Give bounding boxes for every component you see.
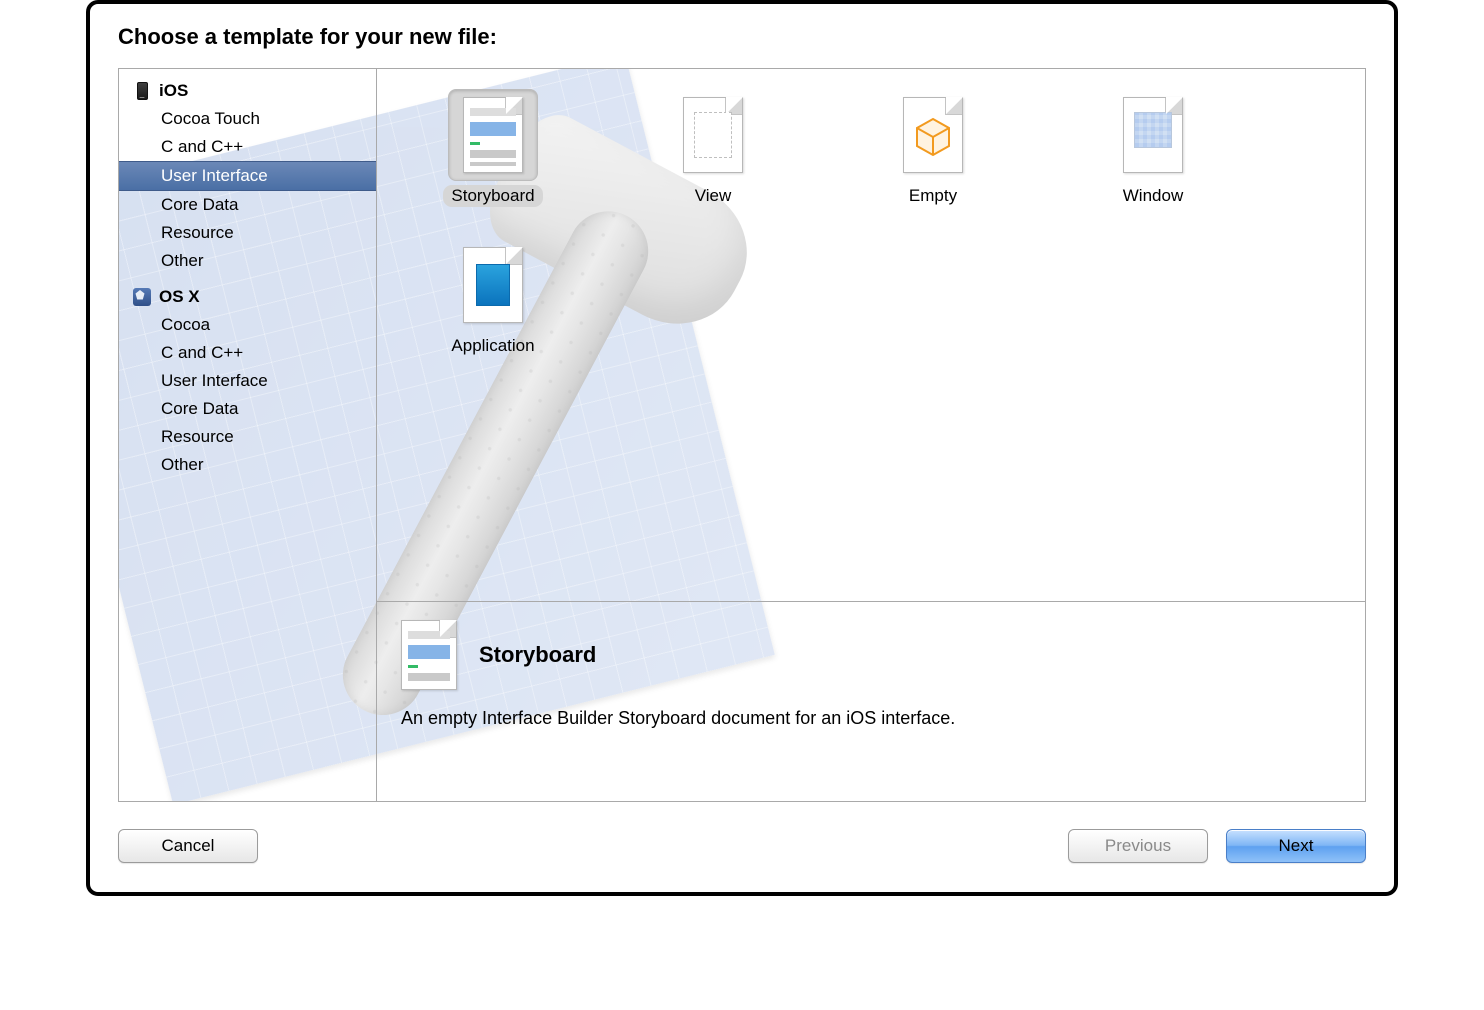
detail-storyboard-icon [401, 620, 457, 690]
sidebar-item-label: Resource [161, 427, 234, 446]
cancel-button[interactable]: Cancel [118, 829, 258, 863]
sidebar-item-resource[interactable]: Resource [119, 219, 376, 247]
sidebar-group-label: iOS [159, 81, 188, 101]
sidebar-item-c-and-cpp[interactable]: C and C++ [119, 133, 376, 161]
sidebar-item-resource-osx[interactable]: Resource [119, 423, 376, 451]
window-icon [1108, 89, 1198, 181]
iphone-icon [133, 82, 151, 100]
dialog-footer: Cancel Previous Next [118, 824, 1366, 868]
template-grid: Storyboard View [377, 69, 1365, 601]
detail-title: Storyboard [479, 642, 596, 668]
sidebar-item-other[interactable]: Other [119, 247, 376, 275]
sidebar-item-c-and-cpp-osx[interactable]: C and C++ [119, 339, 376, 367]
template-label: Application [443, 335, 542, 357]
template-detail-panel: Storyboard An empty Interface Builder St… [377, 601, 1365, 801]
sidebar-item-other-osx[interactable]: Other [119, 451, 376, 479]
finder-icon [133, 288, 151, 306]
sidebar-item-label: Resource [161, 223, 234, 242]
sidebar-group-osx: OS X [119, 281, 376, 311]
template-storyboard[interactable]: Storyboard [383, 83, 603, 233]
template-label: Empty [901, 185, 965, 207]
template-application[interactable]: Application [383, 233, 603, 383]
sidebar-group-label: OS X [159, 287, 200, 307]
view-icon [668, 89, 758, 181]
storyboard-icon [448, 89, 538, 181]
sidebar-item-label: Other [161, 251, 204, 270]
template-category-sidebar: iOS Cocoa Touch C and C++ User Interface… [119, 69, 377, 801]
template-label: Window [1115, 185, 1191, 207]
new-file-dialog: Choose a template for your new file: iOS… [86, 0, 1398, 896]
template-main: Storyboard View [377, 69, 1365, 801]
sidebar-item-label: C and C++ [161, 137, 243, 156]
sidebar-item-label: User Interface [161, 166, 268, 185]
detail-description: An empty Interface Builder Storyboard do… [401, 708, 1341, 729]
next-button[interactable]: Next [1226, 829, 1366, 863]
previous-button[interactable]: Previous [1068, 829, 1208, 863]
empty-icon [888, 89, 978, 181]
sidebar-item-label: Other [161, 455, 204, 474]
sidebar-item-label: C and C++ [161, 343, 243, 362]
sidebar-item-label: Cocoa Touch [161, 109, 260, 128]
sidebar-item-user-interface-osx[interactable]: User Interface [119, 367, 376, 395]
template-label: View [687, 185, 740, 207]
sidebar-item-core-data-osx[interactable]: Core Data [119, 395, 376, 423]
template-empty[interactable]: Empty [823, 83, 1043, 233]
sidebar-item-label: Cocoa [161, 315, 210, 334]
sidebar-group-ios: iOS [119, 75, 376, 105]
template-view[interactable]: View [603, 83, 823, 233]
sidebar-item-cocoa-touch[interactable]: Cocoa Touch [119, 105, 376, 133]
dialog-title: Choose a template for your new file: [90, 4, 1394, 60]
sidebar-item-label: Core Data [161, 195, 238, 214]
sidebar-item-label: User Interface [161, 371, 268, 390]
sidebar-item-core-data[interactable]: Core Data [119, 191, 376, 219]
application-icon [448, 239, 538, 331]
sidebar-item-user-interface[interactable]: User Interface [119, 161, 376, 191]
dialog-content: iOS Cocoa Touch C and C++ User Interface… [118, 68, 1366, 802]
template-label: Storyboard [443, 185, 542, 207]
template-window[interactable]: Window [1043, 83, 1263, 233]
sidebar-item-cocoa[interactable]: Cocoa [119, 311, 376, 339]
sidebar-item-label: Core Data [161, 399, 238, 418]
